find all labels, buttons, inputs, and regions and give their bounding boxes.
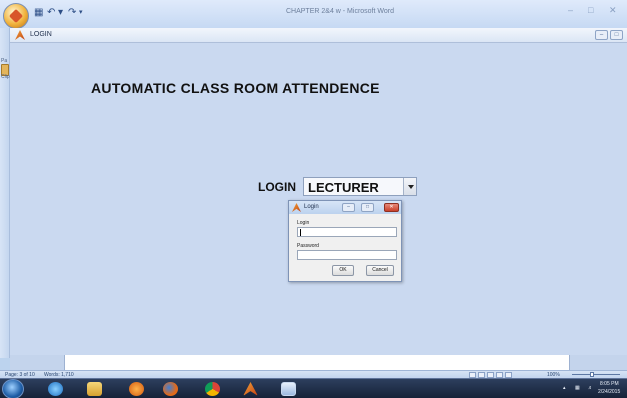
word-window-title: CHAPTER 2&4 w - Microsoft Word bbox=[285, 8, 394, 15]
dialog-maximize-icon[interactable]: □ bbox=[361, 203, 374, 212]
close-icon[interactable]: ✕ bbox=[609, 5, 617, 16]
maximize-icon[interactable]: □ bbox=[588, 5, 593, 15]
folder-icon[interactable] bbox=[87, 382, 102, 396]
tray-arrow-icon[interactable]: ▴ bbox=[563, 385, 566, 391]
windows-start-icon[interactable] bbox=[2, 379, 24, 398]
cancel-button[interactable]: Cancel bbox=[366, 265, 394, 276]
page-title: AUTOMATIC CLASS ROOM ATTENDENCE bbox=[91, 80, 380, 96]
matlab-icon[interactable] bbox=[243, 382, 258, 396]
login-dialog: Login – □ ✕ Login Password OK Cancel bbox=[288, 200, 402, 282]
password-field-label: Password bbox=[297, 243, 319, 249]
document-margin-right bbox=[570, 355, 627, 370]
login-role-label: LOGIN bbox=[258, 180, 296, 194]
text-caret bbox=[300, 229, 301, 236]
save-icon[interactable]: ▦ bbox=[34, 8, 43, 18]
undo-icon[interactable]: ↶ bbox=[47, 8, 55, 18]
matlab-icon bbox=[15, 30, 25, 40]
figure-restore-icon[interactable]: □ bbox=[610, 30, 623, 40]
clock-date[interactable]: 2/24/2015 bbox=[598, 389, 620, 395]
word-statusbar: Page: 3 of 10 Words: 1,710 100% bbox=[0, 370, 627, 378]
chrome-icon[interactable] bbox=[205, 382, 220, 396]
role-dropdown-value: LECTURER bbox=[308, 180, 379, 195]
word-icon[interactable] bbox=[281, 382, 296, 396]
zoom-slider-handle[interactable] bbox=[590, 372, 594, 377]
minimize-icon[interactable]: – bbox=[568, 5, 573, 15]
login-field-label: Login bbox=[297, 220, 310, 226]
document-margin-left bbox=[10, 355, 64, 370]
zoom-slider[interactable] bbox=[572, 374, 620, 375]
office-button-icon[interactable] bbox=[3, 3, 29, 29]
figure-titlebar: LOGIN – □ bbox=[10, 28, 627, 43]
word-titlebar: ▦ ↶ ▾ ↷ ▾ CHAPTER 2&4 w - Microsoft Word… bbox=[0, 0, 627, 29]
password-input[interactable] bbox=[297, 250, 397, 260]
firefox-icon[interactable] bbox=[163, 382, 178, 396]
document-page[interactable] bbox=[64, 355, 570, 370]
internet-explorer-icon[interactable] bbox=[48, 382, 63, 396]
figure-minimize-icon[interactable]: – bbox=[595, 30, 608, 40]
redo-icon[interactable]: ↷ bbox=[68, 8, 76, 18]
figure-window-title: LOGIN bbox=[30, 31, 52, 38]
quick-access-menu-icon[interactable]: ▾ bbox=[58, 8, 63, 18]
network-icon[interactable]: ▦ bbox=[575, 385, 580, 391]
taskbar: ▴ ▦ ♬ 8:05 PM 2/24/2015 bbox=[0, 378, 627, 398]
desktop: ▦ ↶ ▾ ↷ ▾ CHAPTER 2&4 w - Microsoft Word… bbox=[0, 0, 627, 398]
login-input[interactable] bbox=[297, 227, 397, 237]
ribbon-label-clipboard: Clip bbox=[1, 74, 10, 80]
role-dropdown[interactable]: LECTURER bbox=[303, 177, 417, 196]
login-dialog-title: Login bbox=[304, 204, 319, 210]
volume-icon[interactable]: ♬ bbox=[588, 385, 593, 391]
media-player-icon[interactable] bbox=[129, 382, 144, 396]
customize-quick-access-icon[interactable]: ▾ bbox=[79, 8, 83, 18]
login-dialog-titlebar[interactable]: Login – □ ✕ bbox=[289, 201, 401, 214]
clock-time[interactable]: 8:05 PM bbox=[600, 381, 619, 387]
chevron-down-icon[interactable] bbox=[403, 178, 416, 195]
dialog-close-icon[interactable]: ✕ bbox=[384, 203, 399, 212]
dialog-minimize-icon[interactable]: – bbox=[342, 203, 355, 212]
ribbon-edge: Pa Clip bbox=[0, 28, 10, 358]
ribbon-label-paste: Pa bbox=[1, 58, 8, 64]
matlab-icon bbox=[292, 203, 301, 212]
ok-button[interactable]: OK bbox=[332, 265, 354, 276]
